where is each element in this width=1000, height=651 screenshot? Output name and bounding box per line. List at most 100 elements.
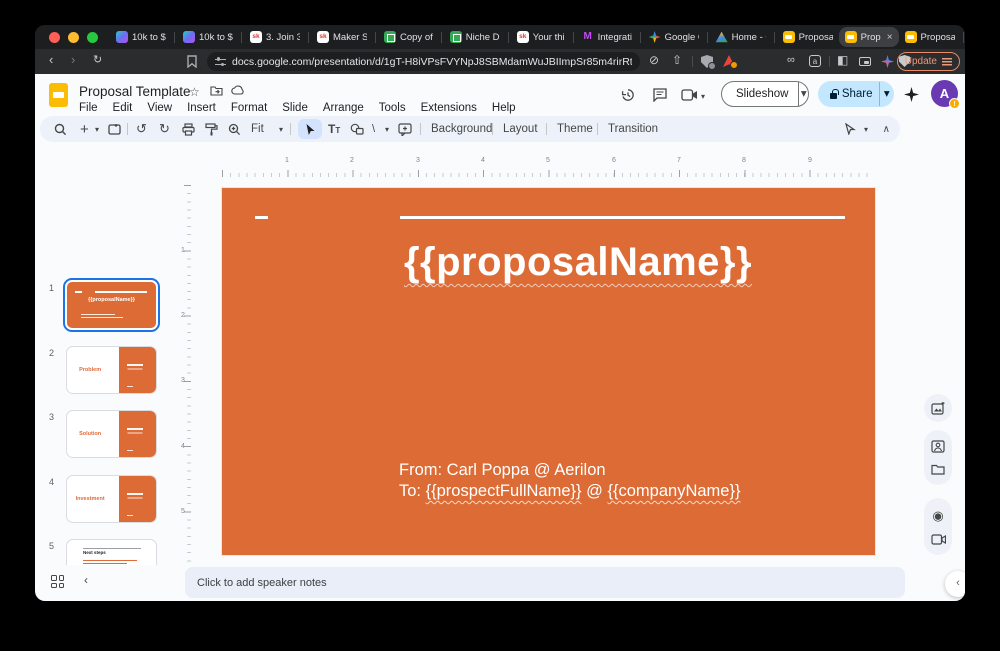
menu-arrange[interactable]: Arrange: [323, 102, 364, 114]
loop-extension-icon[interactable]: ∞: [787, 54, 795, 66]
show-side-panel-button[interactable]: ‹: [945, 571, 965, 597]
avatar[interactable]: A !: [931, 80, 958, 107]
print-icon[interactable]: [182, 116, 195, 142]
tab-maker[interactable]: skMaker Sc: [311, 27, 373, 47]
document-title[interactable]: Proposal Template: [79, 84, 191, 99]
new-slide-button[interactable]: +: [80, 116, 89, 142]
picture-in-picture-icon[interactable]: [859, 57, 871, 66]
cloud-status-icon[interactable]: [231, 85, 245, 95]
new-slide-dropdown-icon[interactable]: ▾: [95, 116, 99, 142]
slide-thumbnail-2[interactable]: Problem: [66, 346, 157, 394]
tab-proposal-1[interactable]: Proposal: [777, 27, 839, 47]
speaker-notes-input[interactable]: Click to add speaker notes: [185, 567, 905, 598]
share-page-icon[interactable]: ⇧: [672, 53, 682, 67]
insert-image-icon[interactable]: [931, 402, 945, 415]
undo-icon[interactable]: ↺: [136, 116, 147, 142]
gemini-sparkle-icon[interactable]: [881, 55, 894, 68]
slide-thumbnail-1-selected[interactable]: {{proposalName}}: [63, 278, 160, 332]
text-box-icon[interactable]: TT: [328, 116, 340, 142]
extension-adblock-icon[interactable]: [723, 55, 735, 67]
transition-button[interactable]: Transition: [608, 116, 658, 142]
extension-shield-icon[interactable]: [701, 55, 713, 68]
minimize-window-button[interactable]: [68, 32, 79, 43]
slide-number: 4: [49, 477, 54, 487]
laser-pointer-icon[interactable]: [844, 116, 856, 142]
folder-icon[interactable]: [931, 464, 945, 475]
tab-google[interactable]: Google C: [643, 27, 705, 47]
tab-10k-2[interactable]: 10k to $1: [177, 27, 239, 47]
tab-home[interactable]: Home - C: [710, 27, 772, 47]
line-dropdown-icon[interactable]: ▾: [385, 116, 389, 142]
back-icon[interactable]: ‹: [49, 52, 53, 67]
frame-icon[interactable]: [108, 116, 121, 142]
insert-comment-icon[interactable]: [398, 116, 412, 142]
site-settings-icon[interactable]: [215, 57, 226, 66]
close-tab-icon[interactable]: ×: [887, 32, 893, 43]
menu-slide[interactable]: Slide: [282, 102, 308, 114]
slide-thumbnail-3[interactable]: Solution: [66, 410, 157, 458]
tab-copy-of[interactable]: Copy of: [378, 27, 439, 47]
zoom-dropdown-icon[interactable]: ▾: [279, 116, 283, 142]
star-icon[interactable]: ☆: [189, 85, 200, 99]
theme-button[interactable]: Theme: [557, 116, 593, 142]
update-browser-button[interactable]: Update: [897, 52, 960, 71]
collapse-toolbar-icon[interactable]: ∧: [883, 116, 890, 142]
zoom-icon[interactable]: [228, 116, 241, 142]
bookmark-icon[interactable]: [187, 55, 197, 68]
menu-help[interactable]: Help: [492, 102, 516, 114]
record-icon[interactable]: ◉: [932, 508, 943, 524]
image-person-icon[interactable]: [931, 440, 945, 453]
reload-icon[interactable]: ↻: [93, 53, 102, 66]
menu-extensions[interactable]: Extensions: [421, 102, 477, 114]
collapse-filmstrip-icon[interactable]: ‹: [84, 573, 88, 587]
tab-proposal-active[interactable]: Prop×: [839, 27, 899, 47]
menu-insert[interactable]: Insert: [187, 102, 216, 114]
gemini-ask-icon[interactable]: [904, 87, 919, 102]
layout-button[interactable]: Layout: [503, 116, 538, 142]
zoom-window-button[interactable]: [87, 32, 98, 43]
move-folder-icon[interactable]: [210, 85, 223, 96]
menu-file[interactable]: File: [79, 102, 98, 114]
reader-a-icon[interactable]: a: [809, 55, 821, 67]
search-menus-icon[interactable]: [54, 116, 67, 142]
offline-status-icon[interactable]: ⊘: [649, 53, 659, 67]
zoom-select[interactable]: Fit: [251, 116, 264, 142]
shapes-icon[interactable]: [350, 116, 364, 142]
menu-tools[interactable]: Tools: [379, 102, 406, 114]
menu-edit[interactable]: Edit: [113, 102, 133, 114]
share-button[interactable]: Share ▾: [818, 81, 894, 107]
sidebar-toggle-icon[interactable]: ◧: [837, 53, 848, 67]
tab-join[interactable]: sk3. Join 3: [244, 27, 306, 47]
tab-your-thi[interactable]: skYour thi: [511, 27, 571, 47]
slideshow-button[interactable]: Slideshow ▾: [721, 81, 809, 107]
redo-icon[interactable]: ↻: [159, 116, 170, 142]
paint-format-icon[interactable]: [205, 116, 218, 142]
slide-from-to-text[interactable]: From: Carl Poppa @ Aerilon To: {{prospec…: [399, 460, 740, 502]
address-bar[interactable]: docs.google.com/presentation/d/1gT-H8iVP…: [207, 52, 640, 71]
tab-10k-1[interactable]: 10k to $1: [110, 27, 172, 47]
tab-proposal-2[interactable]: Proposal: [899, 27, 961, 47]
menu-view[interactable]: View: [147, 102, 172, 114]
menu-format[interactable]: Format: [231, 102, 267, 114]
tab-niche[interactable]: Niche Di: [444, 27, 506, 47]
grid-view-icon[interactable]: [51, 575, 64, 588]
share-dropdown-icon[interactable]: ▾: [879, 82, 895, 106]
background-button[interactable]: Background: [431, 116, 492, 142]
video-camera-icon[interactable]: [931, 534, 946, 545]
slideshow-dropdown-icon[interactable]: ▾: [798, 82, 808, 106]
camera-dropdown-icon[interactable]: ▾: [701, 92, 705, 101]
slide-thumbnail-4[interactable]: Investment: [66, 475, 157, 523]
version-history-icon[interactable]: [620, 87, 636, 103]
line-tool-icon[interactable]: \: [372, 116, 375, 142]
forward-icon[interactable]: ›: [71, 52, 75, 67]
meet-camera-icon[interactable]: [681, 89, 698, 101]
close-window-button[interactable]: [49, 32, 60, 43]
tab-label: Your thi: [533, 32, 565, 43]
slide-canvas[interactable]: {{proposalName}} From: Carl Poppa @ Aeri…: [222, 188, 875, 555]
tab-integrati[interactable]: MIntegrati: [576, 27, 638, 47]
select-tool-button[interactable]: [298, 119, 322, 139]
slide-title[interactable]: {{proposalName}}: [222, 240, 934, 285]
slides-logo-icon[interactable]: [49, 83, 68, 107]
comments-icon[interactable]: [652, 87, 668, 102]
laser-dropdown-icon[interactable]: ▾: [864, 116, 868, 142]
